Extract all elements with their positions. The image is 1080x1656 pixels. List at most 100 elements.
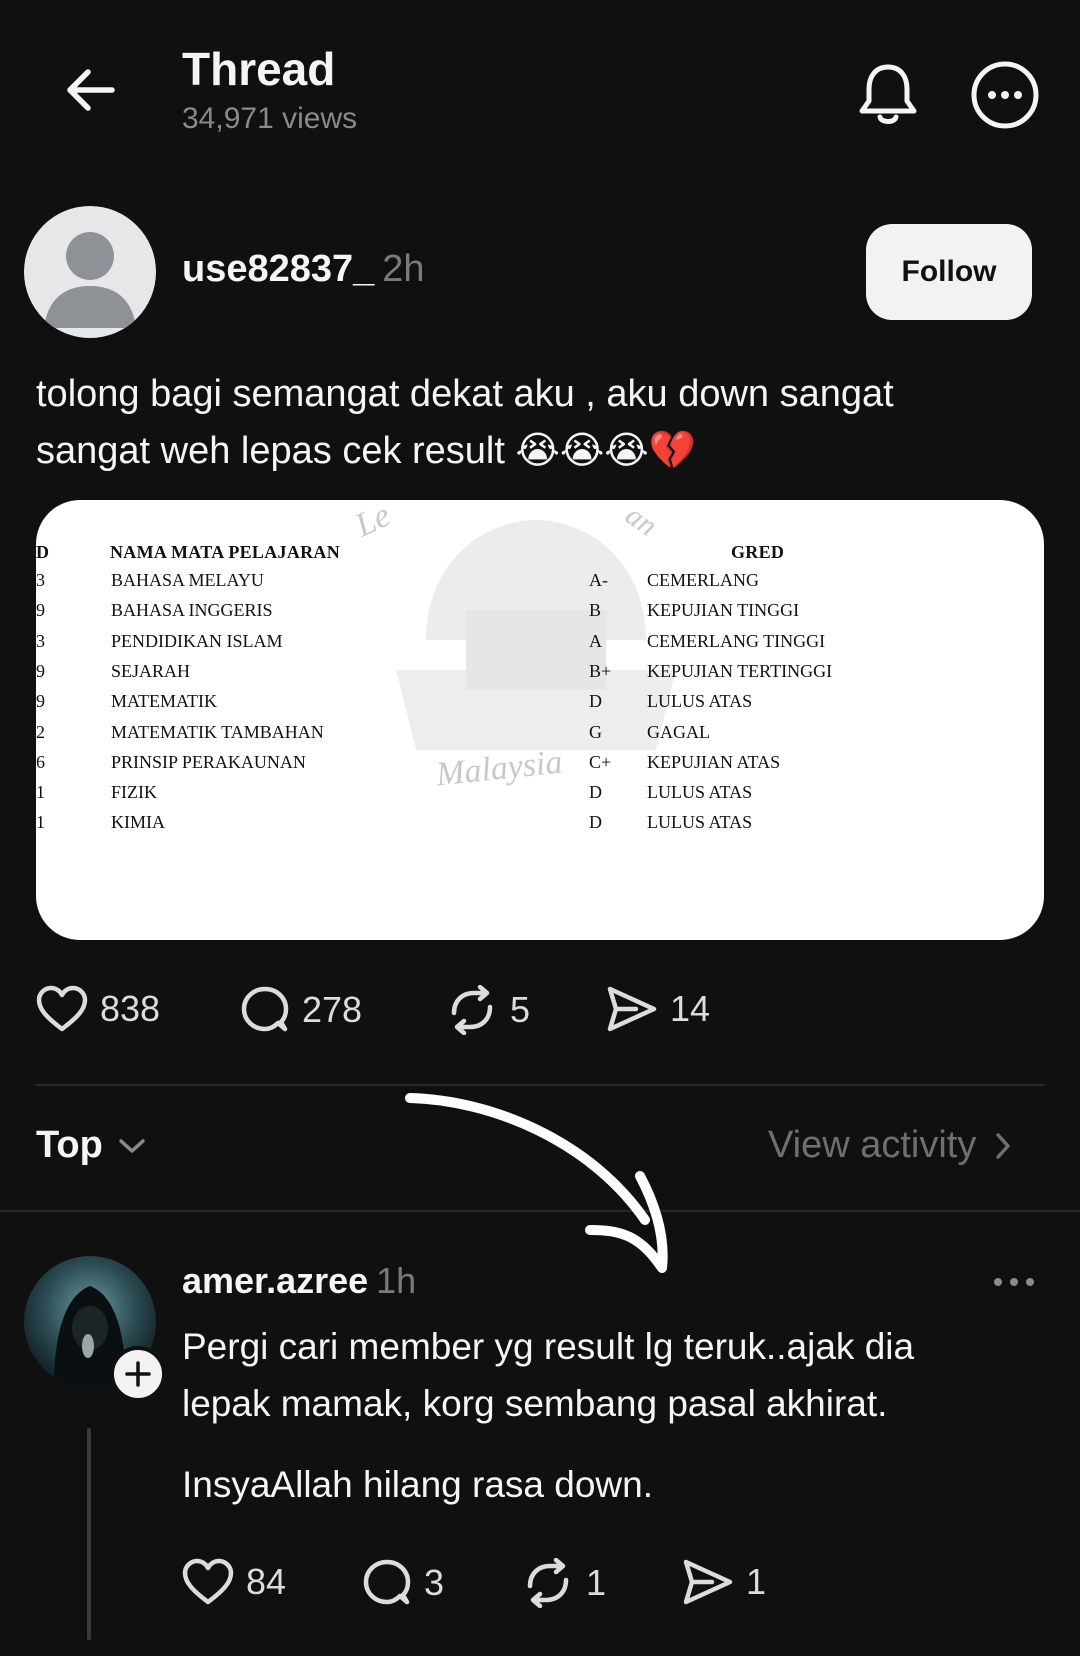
result-grade-description: KEPUJIAN TINGGI [647, 600, 800, 621]
result-code: 2 [36, 721, 45, 742]
result-subject: MATEMATIK TAMBAHAN [111, 721, 324, 742]
result-code: 9 [36, 600, 45, 621]
author-username[interactable]: use82837_ 2h [182, 248, 425, 291]
result-grade-description: KEPUJIAN ATAS [647, 751, 781, 772]
result-subject: PENDIDIKAN ISLAM [111, 630, 283, 651]
result-grade: B [589, 600, 602, 621]
more-options-button[interactable] [955, 50, 1055, 140]
result-grade: G [589, 721, 602, 742]
send-icon [607, 986, 657, 1032]
reply-repost-count: 1 [586, 1562, 607, 1603]
chevron-right-icon [996, 1132, 1011, 1159]
result-grade-description: CEMERLANG [647, 570, 759, 590]
reply-repost-button[interactable]: 1 [522, 1558, 606, 1608]
send-icon [683, 1559, 733, 1605]
result-row: 2 MATEMATIK TAMBAHAN G GAGAL [36, 722, 1044, 752]
repost-icon [527, 1558, 569, 1608]
reply-share-count: 1 [746, 1561, 767, 1602]
result-row: 1 KIMIA D LULUS ATAS [36, 812, 1044, 842]
more-circle-icon [971, 61, 1039, 129]
drawn-arrow-annotation [405, 1093, 668, 1273]
result-code: 9 [36, 660, 45, 681]
like-count: 838 [100, 988, 161, 1029]
thread-line [87, 1428, 91, 1640]
post-timestamp: 2h [382, 248, 425, 290]
chevron-down-icon [119, 1138, 145, 1153]
result-row: 9 BAHASA INGGERIS B KEPUJIAN TINGGI [36, 600, 1044, 630]
sort-dropdown[interactable]: Top [36, 1124, 147, 1167]
comment-icon [241, 986, 289, 1032]
default-avatar-icon [44, 232, 136, 328]
result-subject: MATEMATIK [111, 691, 217, 712]
follow-button[interactable]: Follow [866, 224, 1032, 320]
reply-actions: 84 3 1 1 [182, 1558, 882, 1608]
author-username-text: use82837_ [182, 248, 375, 290]
comment-icon [363, 1559, 411, 1605]
divider [0, 1210, 1080, 1212]
reply-text-line: Pergi cari member yg result lg teruk..aj… [182, 1326, 915, 1367]
divider [36, 1084, 1044, 1086]
column-header-grade: GRED [731, 542, 785, 562]
result-row: 9 MATEMATIK D LULUS ATAS [36, 691, 1044, 721]
reply-username[interactable]: amer.azree 1h [182, 1260, 416, 1302]
result-code: 3 [36, 630, 45, 651]
result-row: 3 PENDIDIKAN ISLAM A CEMERLANG TINGGI [36, 631, 1044, 661]
result-code: 6 [36, 751, 45, 772]
result-code: 9 [36, 691, 45, 712]
heart-icon [36, 985, 88, 1032]
reply-comment-button[interactable]: 3 [362, 1558, 444, 1608]
reply-like-count: 84 [246, 1561, 287, 1602]
result-row: 6 PRINSIP PERAKAUNAN C+ KEPUJIAN ATAS [36, 752, 1044, 782]
result-code: 1 [36, 812, 45, 833]
like-button[interactable]: 838 [36, 985, 160, 1033]
reply-more-button[interactable] [984, 1262, 1044, 1302]
post-image[interactable]: Le an Malaysia D NAMA MATA PELAJARAN GRE… [36, 500, 1044, 940]
result-grade: D [589, 691, 602, 712]
result-subject: PRINSIP PERAKAUNAN [111, 751, 306, 772]
column-header-subject: NAMA MATA PELAJARAN [110, 542, 341, 562]
heart-icon [182, 1558, 234, 1605]
reply-username-text: amer.azree [182, 1260, 369, 1301]
reply-timestamp: 1h [376, 1260, 417, 1301]
result-grade: A- [589, 570, 608, 590]
arrow-left-icon [67, 69, 115, 111]
result-grade: D [589, 782, 602, 803]
result-grade: A [589, 630, 602, 651]
result-code: 3 [36, 570, 45, 590]
reply-like-button[interactable]: 84 [182, 1558, 286, 1606]
result-subject: BAHASA INGGERIS [111, 600, 273, 621]
result-grade: D [589, 812, 602, 833]
view-count: 34,971 views [182, 102, 358, 135]
result-row: 9 SEJARAH B+ KEPUJIAN TERTINGGI [36, 661, 1044, 691]
result-subject: KIMIA [111, 812, 165, 833]
share-count: 14 [670, 988, 711, 1029]
comment-count: 278 [302, 989, 363, 1030]
result-subject: BAHASA MELAYU [111, 570, 264, 590]
share-button[interactable]: 14 [606, 985, 710, 1033]
repost-button[interactable]: 5 [446, 985, 530, 1035]
notifications-button[interactable] [838, 50, 938, 140]
reply-share-button[interactable]: 1 [682, 1558, 766, 1606]
repost-count: 5 [510, 989, 531, 1030]
result-grade-description: LULUS ATAS [647, 691, 753, 712]
result-row: 3 BAHASA MELAYU A- CEMERLANG [36, 570, 1044, 600]
comment-button[interactable]: 278 [240, 985, 362, 1035]
result-grade-description: KEPUJIAN TERTINGGI [647, 660, 833, 681]
follow-plus-button[interactable] [110, 1346, 166, 1402]
post-text-line: tolong bagi semangat dekat aku , aku dow… [36, 373, 894, 415]
result-grade-description: CEMERLANG TINGGI [647, 630, 826, 651]
page-title: Thread [182, 43, 336, 95]
sort-label: Top [36, 1124, 103, 1166]
reply-text: Pergi cari member yg result lg teruk..aj… [182, 1318, 1042, 1432]
author-avatar[interactable] [24, 206, 156, 338]
view-activity-link[interactable]: View activity [768, 1124, 1012, 1167]
bell-icon [859, 64, 917, 124]
back-button[interactable] [50, 50, 130, 130]
result-grade-description: GAGAL [647, 721, 710, 742]
result-code: 1 [36, 782, 45, 803]
plus-icon [125, 1361, 151, 1387]
result-grade-description: LULUS ATAS [647, 812, 753, 833]
post-text-line: sangat weh lepas cek result 😭😭😭💔 [36, 430, 697, 472]
result-grade: B+ [589, 660, 612, 681]
view-activity-label: View activity [768, 1124, 977, 1166]
